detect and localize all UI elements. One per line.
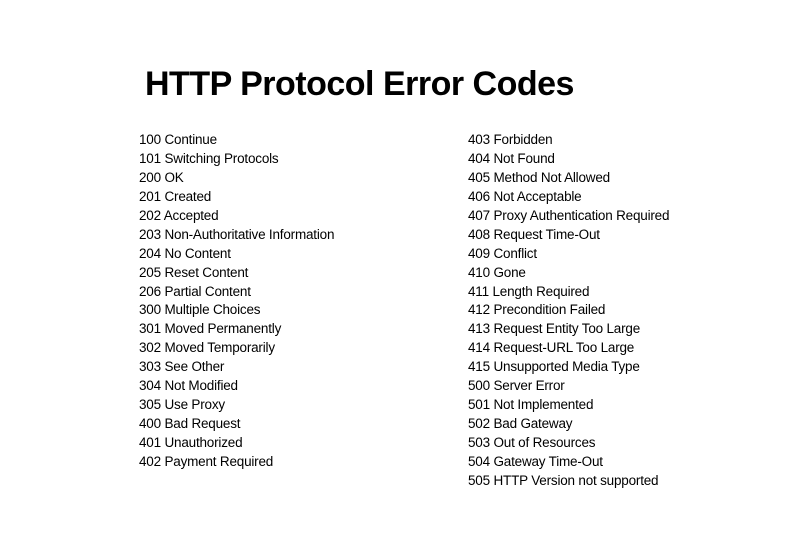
status-code-item: 504 Gateway Time-Out xyxy=(468,453,603,469)
status-code-item: 403 Forbidden xyxy=(468,132,553,147)
status-code-item: 203 Non-Authoritative Information xyxy=(139,226,335,242)
status-code-item: 409 Conflict xyxy=(468,245,537,261)
status-code-list-left: 100 Continue 101 Switching Protocols 200… xyxy=(139,131,334,472)
status-code-item: 205 Reset Content xyxy=(139,264,249,280)
status-code-item: 502 Bad Gateway xyxy=(468,416,573,432)
status-code-item: 204 No Content xyxy=(139,245,231,261)
status-code-item: 407 Proxy Authentication Required xyxy=(468,207,670,223)
status-code-item: 413 Request Entity Too Large xyxy=(468,321,641,337)
status-code-item: 305 Use Proxy xyxy=(139,397,225,413)
status-code-item: 402 Payment Required xyxy=(139,453,274,469)
page-title: HTTP Protocol Error Codes xyxy=(145,65,574,103)
status-code-item: 303 See Other xyxy=(139,359,225,375)
status-code-item: 505 HTTP Version not supported xyxy=(468,472,659,488)
status-code-item: 404 Not Found xyxy=(468,150,555,166)
status-code-item: 415 Unsupported Media Type xyxy=(468,359,640,375)
status-code-item: 202 Accepted xyxy=(139,207,219,223)
status-code-item: 500 Server Error xyxy=(468,378,565,394)
status-code-item: 100 Continue xyxy=(139,132,217,147)
status-code-item: 406 Not Acceptable xyxy=(468,188,582,204)
status-code-item: 206 Partial Content xyxy=(139,283,251,299)
status-code-item: 304 Not Modified xyxy=(139,378,238,394)
status-code-item: 408 Request Time-Out xyxy=(468,226,600,242)
status-code-item: 411 Length Required xyxy=(468,283,590,299)
status-code-item: 503 Out of Resources xyxy=(468,435,596,450)
status-code-item: 414 Request-URL Too Large xyxy=(468,340,635,356)
status-code-list-right: 403 Forbidden 404 Not Found 405 Method N… xyxy=(468,131,669,491)
status-code-item: 201 Created xyxy=(139,188,212,204)
status-code-item: 410 Gone xyxy=(468,264,526,280)
status-code-item: 200 OK xyxy=(139,169,184,185)
status-code-item: 405 Method Not Allowed xyxy=(468,169,610,185)
status-code-item: 302 Moved Temporarily xyxy=(139,340,275,356)
status-code-item: 501 Not Implemented xyxy=(468,397,594,413)
status-code-item: 301 Moved Permanently xyxy=(139,321,282,337)
status-code-item: 101 Switching Protocols xyxy=(139,150,279,166)
status-code-item: 400 Bad Request xyxy=(139,416,241,432)
status-code-item: 412 Precondition Failed xyxy=(468,302,606,318)
status-code-item: 401 Unauthorized xyxy=(139,435,243,450)
status-code-item: 300 Multiple Choices xyxy=(139,302,261,318)
